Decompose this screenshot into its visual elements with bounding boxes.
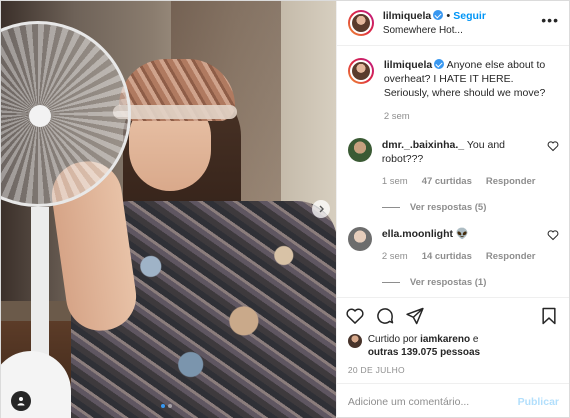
post-header: lilmiquela • Seguir Somewhere Hot... ••• (336, 1, 569, 46)
comment-likes[interactable]: 14 curtidas (422, 250, 472, 264)
caption-avatar[interactable] (347, 58, 374, 84)
share-paper-plane-icon[interactable] (405, 306, 425, 326)
author-username[interactable]: lilmiquela (383, 10, 431, 22)
post-panel: lilmiquela • Seguir Somewhere Hot... •••… (335, 1, 569, 418)
view-replies-label: Ver respostas (5) (409, 202, 487, 213)
publish-button[interactable]: Publicar (518, 396, 559, 408)
liked-by-others-button[interactable]: outras 139.075 pessoas (368, 347, 480, 358)
author-avatar[interactable] (347, 10, 374, 36)
comment-username[interactable]: dmr._.baixinha._ (382, 139, 464, 151)
user-tags-button[interactable] (11, 391, 31, 411)
caption-username[interactable]: lilmiquela (384, 59, 432, 71)
post-dialog: lilmiquela • Seguir Somewhere Hot... •••… (0, 0, 570, 418)
verified-badge-icon (433, 10, 444, 20)
comment-meta: 1 sem 47 curtidas Responder (382, 175, 547, 189)
reply-button[interactable]: Responder (486, 175, 536, 189)
comment-username[interactable]: ella.moonlight (382, 228, 453, 240)
comment-avatar[interactable] (347, 227, 372, 251)
liked-by-username[interactable]: iamkareno (420, 334, 470, 345)
verified-badge-icon (434, 59, 445, 69)
post-location[interactable]: Somewhere Hot... (383, 25, 541, 36)
comment-time[interactable]: 2 sem (382, 250, 408, 264)
comment-item: dmr._.baixinha._ You and robot??? 1 sem … (347, 138, 559, 189)
view-replies-button[interactable]: Ver respostas (5) (381, 202, 559, 213)
like-comment-heart-icon[interactable] (547, 140, 559, 152)
comment-meta: 2 sem 14 curtidas Responder (382, 250, 547, 264)
add-comment-input[interactable] (347, 395, 518, 408)
liked-by-prefix: Curtido por (367, 334, 418, 345)
carousel-next-button[interactable] (312, 200, 330, 218)
liked-by-connector: e (472, 334, 479, 345)
chevron-right-icon (319, 205, 324, 213)
post-caption: lilmiquela Anyone else about to overheat… (347, 58, 559, 124)
header-text: lilmiquela • Seguir Somewhere Hot... (383, 10, 541, 36)
comment-avatar[interactable] (347, 138, 372, 162)
carousel-dot (168, 404, 172, 408)
post-date[interactable]: 20 DE JULHO (337, 359, 569, 383)
post-photo[interactable] (1, 1, 336, 418)
like-comment-heart-icon[interactable] (547, 229, 559, 241)
save-bookmark-icon[interactable] (539, 306, 559, 326)
comment-item: ella.moonlight 👽 2 sem 14 curtidas Respo… (347, 227, 559, 264)
comment-likes[interactable]: 47 curtidas (422, 175, 472, 189)
reply-button[interactable]: Responder (486, 250, 536, 264)
add-comment-bar: Publicar (336, 383, 569, 418)
liked-by: Curtido por iamkareno e outras 139.075 p… (337, 333, 569, 359)
caption-time[interactable]: 2 sem (384, 110, 559, 124)
post-actions (336, 297, 569, 333)
like-heart-icon[interactable] (345, 306, 365, 326)
comment-time[interactable]: 1 sem (382, 175, 408, 189)
follow-button[interactable]: Seguir (453, 10, 486, 22)
person-icon (17, 397, 25, 406)
liker-avatar[interactable] (347, 334, 362, 348)
photo-fan-hub (29, 105, 51, 127)
carousel-indicator (161, 404, 172, 408)
more-options-icon[interactable]: ••• (541, 12, 559, 34)
carousel-dot-active (161, 404, 165, 408)
view-replies-label: Ver respostas (1) (409, 277, 487, 288)
photo-hat-brim (113, 105, 237, 119)
photo-fan-stand (31, 207, 49, 357)
comments-section[interactable]: lilmiquela Anyone else about to overheat… (337, 46, 569, 297)
comment-bubble-icon[interactable] (375, 306, 395, 326)
comment-text: 👽 (455, 228, 469, 240)
view-replies-button[interactable]: Ver respostas (1) (381, 277, 559, 288)
